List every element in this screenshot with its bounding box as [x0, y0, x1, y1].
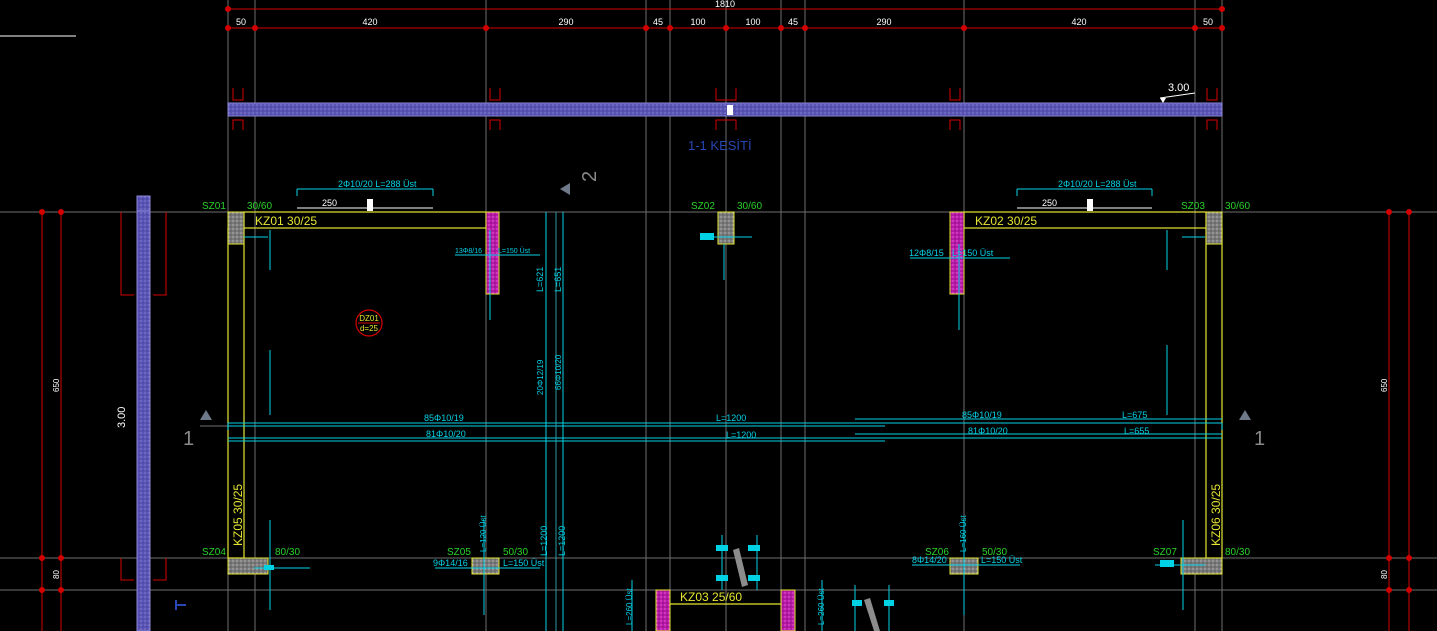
rebar-top-left: 2Φ10/20 L=288 Üst [338, 179, 417, 189]
dim-seg-9: 420 [1071, 17, 1086, 27]
top-dimension-labels: 1810 50 420 290 45 100 100 45 290 420 50 [236, 0, 1213, 27]
rebar-top-right: 2Φ10/20 L=288 Üst [1058, 179, 1137, 189]
rebar-v-l160: L=160 Üst [959, 515, 968, 552]
rebar-mid-left: 13Φ8/16 [455, 248, 482, 255]
column-sz05 [471, 557, 500, 575]
rebar-v-6010: 66Φ10/20 [554, 354, 563, 390]
rebar-top-right-len: 250 [1042, 198, 1057, 208]
section-2-2: 3.00 [116, 195, 167, 631]
sz07-size: 80/30 [1225, 547, 1250, 558]
elevation-top: 3.00 [1168, 82, 1189, 94]
section-arrow-right-icon [1239, 410, 1251, 420]
sz03-name: SZ03 [1181, 201, 1205, 212]
dim-seg-5: 100 [690, 17, 705, 27]
slab-name: DZ01 [359, 314, 379, 323]
rebar-long2-right: 81Φ10/20 [968, 426, 1008, 436]
dim-seg-1: 50 [236, 17, 246, 27]
beam-kz03: KZ03 25/60 [680, 590, 742, 604]
slab-thickness: d=25 [360, 324, 379, 333]
dim-seg-4: 45 [653, 17, 663, 27]
sz05-size: 50/30 [503, 547, 528, 558]
column-kz03-right [780, 589, 796, 631]
rebar-long2-left: 81Φ10/20 [426, 429, 466, 439]
rebar-long1-right: 85Φ10/19 [962, 410, 1002, 420]
section-beam [227, 102, 1223, 117]
dim-seg-6: 100 [745, 17, 760, 27]
rebar-long2-mid: L=1200 [726, 430, 756, 440]
rebar-small-30-left: 30 [367, 201, 374, 209]
beam-kz02: KZ02 30/25 [975, 214, 1037, 228]
elevation-marker-icon [1160, 98, 1166, 103]
blue-marker-icon [175, 600, 186, 610]
rebar-v-l1200a: L=1200 [539, 526, 549, 556]
sz02-size: 30/60 [737, 201, 762, 212]
dim-right-height: 650 [1380, 378, 1389, 392]
rebar-mid-right-len: L=150 Üst [952, 248, 994, 258]
sz03-size: 30/60 [1225, 201, 1250, 212]
rebar-small-30-right: 30 [1087, 201, 1094, 209]
beam-kz05: KZ05 30/25 [231, 484, 245, 546]
beam-kz06: KZ06 30/25 [1209, 484, 1223, 546]
rebar-bot-sz06: 8Φ14/20 [912, 555, 947, 565]
column-sz01 [227, 211, 245, 245]
dim-seg-3: 290 [558, 17, 573, 27]
elevation-side: 3.00 [116, 407, 128, 428]
sz07-name: SZ07 [1153, 547, 1177, 558]
slab-tag[interactable]: DZ01 d=25 [355, 309, 383, 337]
rebar-v-l260b: L=260 Üst [817, 588, 826, 625]
rebar-top-left-len: 250 [322, 198, 337, 208]
column-sz07 [1180, 557, 1223, 575]
rebar-bot-sz06-len: L=150 Üst [981, 555, 1023, 565]
dim-right-low: 80 [1380, 570, 1389, 579]
rebar-v-l651: L=651 [553, 267, 563, 292]
dim-seg-2: 420 [362, 17, 377, 27]
sz04-name: SZ04 [202, 547, 226, 558]
section-1-1: 3.00 1-1 KESİTİ [227, 82, 1223, 153]
dim-seg-10: 50 [1203, 17, 1213, 27]
rebar-bot-sz05: 9Φ14/16 [433, 558, 468, 568]
rebar-v-l120: L=120 Üst [479, 515, 488, 552]
sz04-size: 80/30 [275, 547, 300, 558]
dim-total: 1810 [715, 0, 735, 9]
beam-kz01: KZ01 30/25 [255, 214, 317, 228]
dim-seg-8: 290 [876, 17, 891, 27]
column-kz03-left [655, 589, 671, 631]
rebar-v-l260a: L=260 Üst [625, 588, 634, 625]
sz05-name: SZ05 [447, 547, 471, 558]
rebar-long1-mid: L=1200 [716, 413, 746, 423]
column-sz03 [1205, 211, 1223, 245]
rebar-long1-left: 85Φ10/19 [424, 413, 464, 423]
section-arrow-top-icon [560, 183, 570, 195]
rebar-lines [227, 188, 1223, 631]
rebar-v-l1200b: L=1200 [557, 526, 567, 556]
rebar-long2-rlen: L=655 [1124, 426, 1149, 436]
column-sz04 [227, 557, 269, 575]
rebar-long1-rlen: L=675 [1122, 410, 1147, 420]
section-marker-top: 2 [579, 171, 601, 182]
dim-left-height: 650 [52, 378, 61, 392]
section-arrow-left-icon [200, 410, 212, 420]
sz01-name: SZ01 [202, 201, 226, 212]
sz02-name: SZ02 [691, 201, 715, 212]
rebar-bot-sz05-len: L=150 Üst [503, 558, 545, 568]
dim-left-low: 80 [52, 570, 61, 579]
rebar-v-9012: 20Φ12/19 [536, 359, 545, 395]
section-marker-right: 1 [1254, 428, 1265, 450]
rebar-mid-right: 12Φ8/15 [909, 248, 944, 258]
rebar-v-l621: L=621 [535, 267, 545, 292]
section-title: 1-1 KESİTİ [688, 138, 752, 153]
rebar-small-values: 30 30 [367, 201, 1094, 209]
cad-drawing-canvas[interactable]: 1810 50 420 290 45 100 100 45 290 420 50… [0, 0, 1437, 631]
column-sz02 [717, 211, 735, 245]
rebar-mid-left-len: L=150 Üst [498, 247, 530, 255]
dim-seg-7: 45 [788, 17, 798, 27]
section-marker-left: 1 [183, 428, 194, 450]
small-white-tags [367, 199, 1093, 211]
sz01-size: 30/60 [247, 201, 272, 212]
